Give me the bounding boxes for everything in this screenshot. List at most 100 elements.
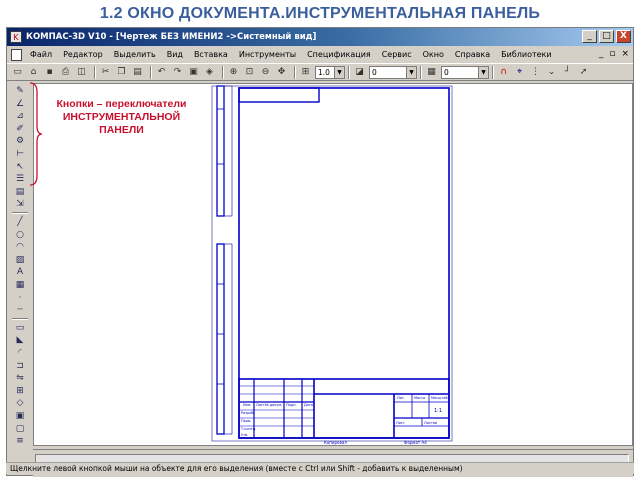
scale-icon[interactable]: ⊞ <box>299 66 312 79</box>
standard-toolbar: ▭ ⌂ ▪ ⎙ ◫ ✂ ❐ ▤ ↶ ↷ ▣ ◈ ⊕ ⊡ ⊖ ✥ ⊞ 1.0 ▼ <box>7 63 633 81</box>
menu-select[interactable]: Выделить <box>114 50 156 59</box>
coordinates-icon[interactable]: ⌄ <box>545 66 558 79</box>
zoom-window-icon[interactable]: ⊡ <box>243 66 256 79</box>
library-icon[interactable]: ◈ <box>203 66 216 79</box>
tb-label-sheets: Листов <box>424 421 437 425</box>
mdi-close-button[interactable]: × <box>621 49 629 59</box>
print-icon[interactable]: ⎙ <box>59 66 72 79</box>
magnet-icon[interactable]: ∩ <box>497 66 510 79</box>
text-icon[interactable]: A <box>10 266 30 278</box>
geometry-icon[interactable]: ✎ <box>10 85 30 97</box>
copy-icon[interactable]: ❐ <box>115 66 128 79</box>
toolbar-separator <box>348 65 350 79</box>
preview-icon[interactable]: ◫ <box>75 66 88 79</box>
redo-icon[interactable]: ↷ <box>171 66 184 79</box>
tb-label-podp: Подп. <box>286 403 297 407</box>
menu-service[interactable]: Сервис <box>382 50 412 59</box>
reports-icon[interactable]: ▤ <box>10 186 30 198</box>
menu-file[interactable]: Файл <box>30 50 52 59</box>
new-document-icon[interactable]: ▭ <box>11 66 24 79</box>
kompas-logo-icon[interactable]: K <box>10 31 22 43</box>
zoom-out-icon[interactable]: ⊖ <box>259 66 272 79</box>
minimize-button[interactable]: _ <box>582 30 597 43</box>
menu-window[interactable]: Окно <box>423 50 444 59</box>
save-icon[interactable]: ▪ <box>43 66 56 79</box>
layer-icon[interactable]: ◪ <box>353 66 366 79</box>
circle-icon[interactable]: ○ <box>10 229 30 241</box>
fillet-icon[interactable]: ◜ <box>10 347 30 359</box>
close-button[interactable]: X <box>616 30 631 43</box>
rectangle-icon[interactable]: ▭ <box>10 322 30 334</box>
maximize-button[interactable]: □ <box>599 30 614 43</box>
aux-line-icon[interactable]: ┄ <box>10 304 30 316</box>
point-icon[interactable]: · <box>10 292 30 304</box>
menu-specification[interactable]: Спецификация <box>307 50 371 59</box>
designations-icon[interactable]: ⊿ <box>10 110 30 122</box>
edit-icon[interactable]: ✐ <box>10 123 30 135</box>
title-block <box>238 378 450 439</box>
tb-scale-value: 1:1 <box>434 408 442 414</box>
tb-label-list: Лист <box>256 403 265 407</box>
toolbar-separator <box>294 65 296 79</box>
mdi-controls: _ ▫ × <box>599 49 629 59</box>
tb-label-tkontr: Т.контр. <box>240 427 256 431</box>
style-combo[interactable]: 0 ▼ <box>441 65 489 79</box>
symmetry-icon[interactable]: ⇋ <box>10 372 30 384</box>
menu-help[interactable]: Справка <box>455 50 490 59</box>
undo-icon[interactable]: ↶ <box>155 66 168 79</box>
ortho-icon[interactable]: ┘ <box>561 66 574 79</box>
layer-combo[interactable]: 0 ▼ <box>369 65 417 79</box>
code-box <box>238 87 320 103</box>
slide: 1.2 ОКНО ДОКУМЕНТА.ИНСТРУМЕНТАЛЬНАЯ ПАНЕ… <box>0 0 640 480</box>
drawing-frame <box>238 87 450 439</box>
measure-icon[interactable]: ⊢ <box>10 148 30 160</box>
view-icon[interactable]: ▣ <box>10 410 30 422</box>
offset-icon[interactable]: ⊐ <box>10 360 30 372</box>
layer-icon[interactable]: ≡ <box>10 435 30 447</box>
toolbar-separator <box>150 65 152 79</box>
tb-label-format: Формат А4 <box>404 440 427 445</box>
parametrization-icon[interactable]: ⚙ <box>10 135 30 147</box>
snap-icon[interactable]: ⌖ <box>513 66 526 79</box>
menu-insert[interactable]: Вставка <box>194 50 228 59</box>
pan-icon[interactable]: ✥ <box>275 66 288 79</box>
slide-title: 1.2 ОКНО ДОКУМЕНТА.ИНСТРУМЕНТАЛЬНАЯ ПАНЕ… <box>99 5 541 22</box>
style-icon[interactable]: ▦ <box>425 66 438 79</box>
collection-icon[interactable]: ⊞ <box>10 385 30 397</box>
left-strip-bottom <box>216 243 225 435</box>
mdi-restore-button[interactable]: ▫ <box>609 49 615 59</box>
insert-icon[interactable]: ⇲ <box>10 198 30 210</box>
line-icon[interactable]: ╱ <box>10 216 30 228</box>
contour-icon[interactable]: ◇ <box>10 397 30 409</box>
group-icon[interactable]: ▢ <box>10 423 30 435</box>
cut-icon[interactable]: ✂ <box>99 66 112 79</box>
scale-combo[interactable]: 1.0 ▼ <box>315 65 345 79</box>
window-controls: _ □ X <box>582 30 631 43</box>
hatch-icon[interactable]: ▨ <box>10 254 30 266</box>
menu-libraries[interactable]: Библиотеки <box>501 50 551 59</box>
dimensions-icon[interactable]: ∠ <box>10 98 30 110</box>
spec-icon[interactable]: ☰ <box>10 173 30 185</box>
paste-icon[interactable]: ▤ <box>131 66 144 79</box>
chevron-down-icon[interactable]: ▼ <box>478 66 488 78</box>
cursor-icon[interactable]: ➚ <box>577 66 590 79</box>
chevron-down-icon[interactable]: ▼ <box>406 66 416 78</box>
menu-editor[interactable]: Редактор <box>63 50 103 59</box>
annotation-text: Кнопки – переключатели ИНСТРУМЕНТАЛЬНОЙ … <box>34 98 209 137</box>
menu-tools[interactable]: Инструменты <box>239 50 296 59</box>
menu-view[interactable]: Вид <box>167 50 183 59</box>
open-icon[interactable]: ⌂ <box>27 66 40 79</box>
table-icon[interactable]: ▦ <box>10 279 30 291</box>
tb-label-scale: Масштаб <box>431 396 448 400</box>
zoom-in-icon[interactable]: ⊕ <box>227 66 240 79</box>
chevron-down-icon[interactable]: ▼ <box>334 66 344 78</box>
arc-icon[interactable]: ◠ <box>10 241 30 253</box>
tb-label-sheet: Лист <box>396 421 405 425</box>
document-icon[interactable] <box>11 48 22 61</box>
grid-icon[interactable]: ⋮ <box>529 66 542 79</box>
manager-icon[interactable]: ▣ <box>187 66 200 79</box>
mdi-minimize-button[interactable]: _ <box>599 49 604 59</box>
select-icon[interactable]: ↖ <box>10 161 30 173</box>
drawing-canvas[interactable]: Изм. Лист № докум. Подп. Дата Разраб. Пр… <box>33 83 633 446</box>
chamfer-icon[interactable]: ◣ <box>10 334 30 346</box>
